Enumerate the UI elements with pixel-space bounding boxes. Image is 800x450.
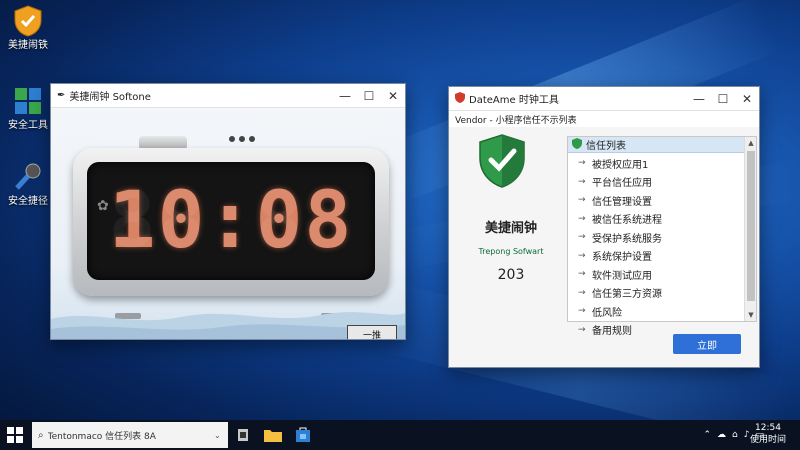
desktop-icon-label: 美捷闹铁 [8,40,48,51]
windows-logo-icon [7,427,23,443]
clock-ghost-digits: 88:88 [108,176,354,266]
clock-app-window: ✒ 美捷闹钟 Softone — ☐ ✕ 88:88 10:08 ✿ 一推 [50,83,406,340]
clock-screen: 88:88 10:08 ✿ [87,162,375,280]
list-item[interactable]: → 信任管理设置 [568,191,744,210]
taskbar-search-box[interactable]: ⌕ Tentonmaco 信任列表 8A ⌄ [32,422,228,448]
search-icon: ⌕ [38,429,44,441]
arrow-right-icon: → [578,324,586,335]
grid-app-icon [11,84,45,118]
window-subtitle-bar: Vendor - 小程序信任不示列表 [449,111,759,127]
list-item-label: 软件测试应用 [592,270,652,282]
trust-list-panel: 信任列表 ✕ → 被授权应用1 → 平台信任应用 → 信任管理设置 → 被信任系统进程 … [567,136,757,337]
trust-list-window: DateAme 时钟工具 — ☐ ✕ Vendor - 小程序信任不示列表 美捷… [448,86,760,368]
list-item-label: 低风险 [592,307,622,319]
list-item[interactable]: → 低风险 [568,302,744,321]
minimize-icon[interactable]: — [333,84,357,108]
maximize-icon[interactable]: ☐ [357,84,381,108]
window-subtitle: Vendor - 小程序信任不示列表 [455,115,577,126]
chevron-down-icon[interactable]: ⌄ [214,431,228,440]
arrow-right-icon: → [578,306,586,317]
tray-time: 12:54 [755,423,781,433]
desktop-icon-label: 安全捷径 [8,196,48,207]
arrow-right-icon: → [578,250,586,261]
list-item-label: 信任管理设置 [592,196,652,208]
scroll-down-icon[interactable]: ▼ [745,309,757,321]
list-item-label: 被信任系统进程 [592,215,662,227]
microphone-icon [11,160,45,194]
app-logo-icon [455,91,465,106]
desktop-icon-mic-app[interactable]: 安全捷径 [0,160,56,208]
app-logo-icon: ✒ [57,90,66,101]
trust-window-body: 美捷闹钟 Trepong Sofwart 203 信任列表 ✕ → 被授权应用1 … [449,127,759,367]
trust-list-header: 信任列表 ✕ [568,137,756,153]
list-item-label: 备用规则 [592,326,632,338]
desktop-icon-label: 安全工具 [8,120,48,131]
list-item[interactable]: → 软件测试应用 [568,265,744,284]
list-item-label: 受保护系统服务 [592,233,662,245]
list-item[interactable]: → 被授权应用1 [568,154,744,173]
store-icon [296,427,310,442]
list-item[interactable]: → 平台信任应用 [568,173,744,192]
list-item[interactable]: → 被信任系统进程 [568,210,744,229]
trust-window-titlebar[interactable]: DateAme 时钟工具 — ☐ ✕ [449,87,759,111]
arrow-right-icon: → [578,158,586,169]
taskbar-clock[interactable]: 12:54 使用时间 [740,422,796,446]
list-item[interactable]: → 系统保护设置 [568,247,744,266]
cloud-icon[interactable]: ☁ [717,430,726,440]
trust-count: 203 [497,267,525,283]
trust-list: → 被授权应用1 → 平台信任应用 → 信任管理设置 → 被信任系统进程 → 受保护系统服… [568,154,744,339]
list-item-label: 信任第三方资源 [592,289,662,301]
tray-date: 使用时间 [749,435,786,445]
window-title: 美捷闹钟 Softone [69,92,151,103]
list-item[interactable]: → 受保护系统服务 [568,228,744,247]
desktop-icon-shield-app[interactable]: 美捷闹铁 [0,4,56,52]
taskbar-app-store[interactable] [288,420,318,450]
trust-list-title: 信任列表 [586,141,626,152]
taskbar-app-mic[interactable] [228,420,258,450]
window-title: DateAme 时钟工具 [469,95,559,106]
taskbar-app-explorer[interactable] [258,420,288,450]
shield-check-icon [477,133,527,189]
list-item-label: 系统保护设置 [592,252,652,264]
clock-indicator-dots [229,136,255,142]
minimize-icon[interactable]: — [687,87,711,111]
dismiss-button[interactable]: 一推 [347,325,397,339]
arrow-right-icon: → [578,176,586,187]
scrollbar-thumb[interactable] [747,151,755,301]
arrow-right-icon: → [578,232,586,243]
maximize-icon[interactable]: ☐ [711,87,735,111]
network-icon[interactable]: ⌂ [732,430,738,440]
list-item-label: 平台信任应用 [592,178,652,190]
taskbar: ⌕ Tentonmaco 信任列表 8A ⌄ ⌃ ☁ ⌂ ♪ ▭ 12:54 使… [0,420,800,450]
shield-icon [11,4,45,38]
search-text: Tentonmaco 信任列表 8A [47,431,156,442]
clock-window-titlebar[interactable]: ✒ 美捷闹钟 Softone — ☐ ✕ [51,84,405,108]
arrow-right-icon: → [578,287,586,298]
microphone-icon [238,429,248,441]
confirm-button[interactable]: 立即 [673,334,741,354]
digital-clock: 88:88 10:08 ✿ [73,148,389,296]
close-icon[interactable]: ✕ [381,84,405,108]
clock-display-area: 88:88 10:08 ✿ 一推 [51,108,405,339]
arrow-right-icon: → [578,213,586,224]
folder-icon [264,430,282,442]
arrow-right-icon: → [578,195,586,206]
chevron-up-icon[interactable]: ⌃ [703,430,711,440]
app-name: 美捷闹钟 [484,221,537,236]
close-icon[interactable]: ✕ [735,87,759,111]
desktop-icon-grid-app[interactable]: 安全工具 [0,84,56,132]
vendor-name: Trepong Sofwart [478,247,544,256]
scroll-up-icon[interactable]: ▲ [745,137,757,149]
list-item-label: 被授权应用1 [592,159,649,171]
list-scrollbar[interactable]: ▲ ▼ [744,137,756,321]
start-button[interactable] [0,420,30,450]
list-item[interactable]: → 信任第三方资源 [568,284,744,303]
arrow-right-icon: → [578,269,586,280]
flower-icon: ✿ [97,198,109,214]
shield-small-icon [572,137,582,152]
